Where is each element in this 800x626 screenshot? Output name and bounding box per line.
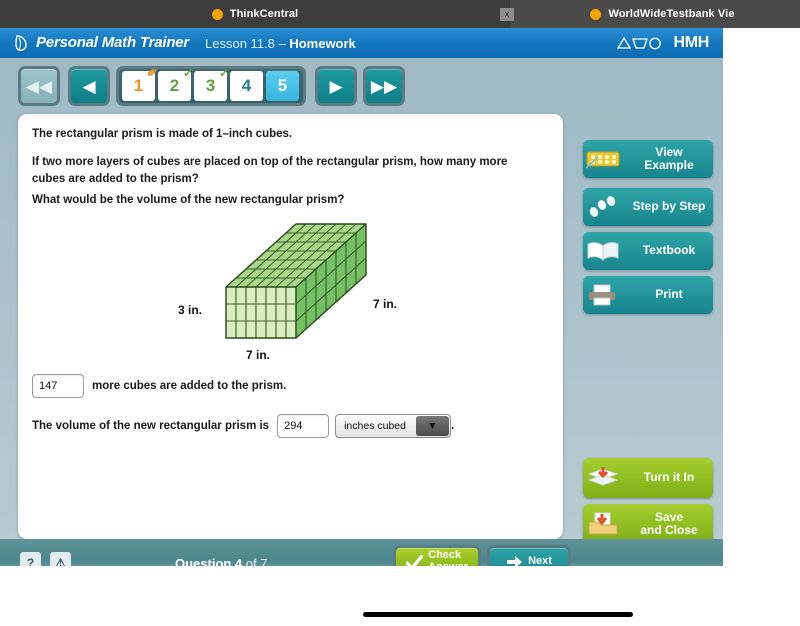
save-and-close-label: Save and Close [640,509,698,537]
page-button-5[interactable]: 5 [266,71,299,101]
view-example-label: View Example [644,144,694,172]
browser-tab-title: ThinkCentral [229,8,299,20]
page-number: 3 [205,76,216,95]
turn-it-in-label: Turn it In [643,470,695,485]
app-title: Personal Math Trainer [36,34,190,51]
arrow-right-icon [507,556,523,566]
page-button-2[interactable]: 2 ✓ [158,66,193,101]
turnin-icon [583,463,623,493]
step-by-step-label: Step by Step [632,199,706,214]
chevron-down-icon: ▼ [415,416,449,436]
rewind-icon: ◀◀ [25,76,53,96]
step-by-step-button[interactable]: Step by Step [583,188,713,226]
unit-dropdown[interactable]: inches cubed ▼ [335,414,451,438]
question-line-2: If two more layers of cubes are placed o… [32,156,508,185]
print-button[interactable]: Print [583,276,713,314]
page-button-1[interactable]: 1 ✐ [122,65,158,101]
help-button[interactable]: ? [20,552,41,566]
check-icon: ✓ [182,66,193,80]
first-question-button[interactable]: ◀◀ [18,66,60,106]
browser-tab-worldwidetestbank[interactable]: WorldWideTestbank Vie [525,0,800,28]
page-number: 5 [277,76,288,95]
tab-favicon-icon [590,8,602,20]
print-label: Print [655,287,683,302]
save-and-close-button[interactable]: Save and Close [583,504,713,544]
arrow-right-icon: ▶ [329,76,343,96]
previous-question-button[interactable]: ◀ [68,66,110,106]
rectangular-prism-figure: 3 in. 7 in. 7 in. [178,223,397,362]
next-label: Next [528,555,552,566]
save-folder-icon [583,509,623,539]
answer-row-1-label: more cubes are added to the prism. [92,380,287,392]
question-line-1: The rectangular prism is made of 1–inch … [32,128,293,140]
unit-dropdown-value: inches cubed [344,420,406,432]
question-counter-of: of [242,556,261,566]
tab-favicon-icon [211,8,223,20]
question-counter-prefix: Question [175,556,235,566]
answer-row-1: more cubes are added to the prism. [32,374,286,398]
alert-button[interactable]: ⚠ [50,552,71,566]
arrow-left-icon: ◀ [82,76,96,96]
home-indicator [363,612,633,617]
abacus-icon [583,144,623,174]
pmt-logo-icon [15,35,27,51]
prism-width-label: 7 in. [246,348,270,362]
book-icon [583,236,623,266]
page-number-group: 1 ✐ 2 ✓ 3 ✓ 4 5 [116,65,306,106]
lesson-prefix: Lesson 11.8 – [205,36,290,51]
prism-depth-label: 7 in. [373,297,397,311]
browser-tab-title: WorldWideTestbank Vie [608,8,735,20]
footsteps-icon [583,192,623,222]
page-number: 4 [241,76,252,95]
page-number: 1 [133,76,144,95]
pencil-icon: ✐ [145,65,159,81]
math-trainer-app: Personal Math Trainer Lesson 11.8 – Home… [0,28,723,566]
page-button-3[interactable]: 3 ✓ [194,66,229,101]
screen: ThinkCentral x WorldWideTestbank Vie Per… [0,0,800,626]
check-icon: ✓ [218,66,229,80]
browser-tab-thinkcentral[interactable]: ThinkCentral [0,0,510,28]
question-counter: Question 4 of 7 [175,556,268,566]
hmh-mark-icon [617,36,662,49]
lesson-breadcrumb: Lesson 11.8 – Homework [205,36,356,51]
question-card: The rectangular prism is made of 1–inch … [18,114,563,539]
checkmark-icon [406,554,424,566]
answer-row-2-period: . [450,420,455,432]
textbook-label: Textbook [642,243,696,258]
next-question-button[interactable]: ▶ [315,66,357,106]
view-example-button[interactable]: View Example [583,140,713,178]
app-footer: ? ⚠ Question 4 of 7 Check Answer Next [0,539,723,566]
hmh-wordmark: HMH [673,34,709,51]
browser-tab-strip: ThinkCentral x WorldWideTestbank Vie [0,0,800,28]
hmh-logo: HMH [616,34,709,52]
answer-row-2-prefix: The volume of the new rectangular prism … [32,420,270,432]
prism-height-label: 3 in. [178,303,202,317]
fast-forward-icon: ▶▶ [370,76,398,96]
turn-it-in-button[interactable]: Turn it In [583,458,713,498]
lesson-name: Homework [289,36,356,51]
page-number: 2 [169,76,180,95]
next-button[interactable]: Next [487,545,571,566]
question-navigation: ◀◀ ◀ 1 ✐ 2 ✓ 3 ✓ 4 5 ▶ ▶▶ [0,58,723,114]
check-answer-label: Check Answer [428,549,468,566]
app-header: Personal Math Trainer Lesson 11.8 – Home… [0,28,723,58]
page-button-4[interactable]: 4 [230,71,263,101]
check-answer-button[interactable]: Check Answer [393,545,481,566]
last-question-button[interactable]: ▶▶ [363,66,405,106]
cubes-added-input[interactable] [32,374,84,398]
close-tab-button[interactable]: x [500,8,514,21]
question-counter-total: 7 [260,556,268,566]
volume-input[interactable] [277,414,330,438]
question-line-3: What would be the volume of the new rect… [32,194,345,206]
answer-row-2: The volume of the new rectangular prism … [32,414,454,438]
printer-icon [583,280,623,310]
textbook-button[interactable]: Textbook [583,232,713,270]
